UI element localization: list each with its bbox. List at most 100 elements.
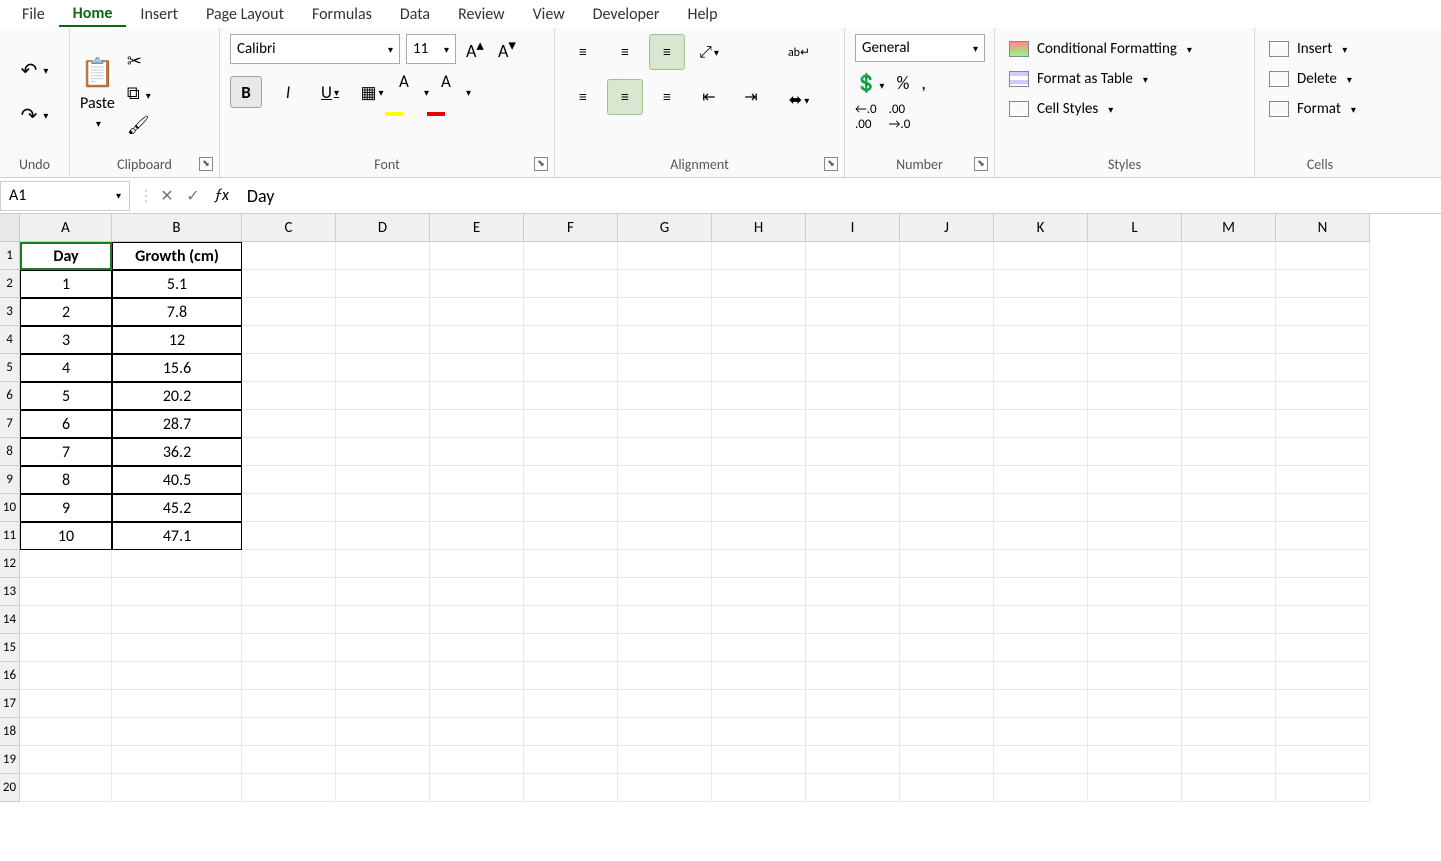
increase-decimal-button[interactable]: ←.0.00: [855, 102, 877, 132]
cell-M11[interactable]: [1182, 522, 1276, 550]
row-header-3[interactable]: 3: [0, 298, 20, 326]
cell-K13[interactable]: [994, 578, 1088, 606]
cell-N20[interactable]: [1276, 774, 1370, 802]
cell-D8[interactable]: [336, 438, 430, 466]
cell-G18[interactable]: [618, 718, 712, 746]
cell-M13[interactable]: [1182, 578, 1276, 606]
cell-K10[interactable]: [994, 494, 1088, 522]
cell-B16[interactable]: [112, 662, 242, 690]
menu-tab-review[interactable]: Review: [444, 3, 519, 26]
row-header-6[interactable]: 6: [0, 382, 20, 410]
cell-A2[interactable]: 1: [20, 270, 112, 298]
format-as-table-button[interactable]: Format as Table ▾: [1005, 64, 1244, 94]
cell-L17[interactable]: [1088, 690, 1182, 718]
cell-L8[interactable]: [1088, 438, 1182, 466]
cell-J18[interactable]: [900, 718, 994, 746]
row-header-16[interactable]: 16: [0, 662, 20, 690]
cell-H8[interactable]: [712, 438, 806, 466]
cell-B12[interactable]: [112, 550, 242, 578]
cell-M8[interactable]: [1182, 438, 1276, 466]
cell-I6[interactable]: [806, 382, 900, 410]
cell-A12[interactable]: [20, 550, 112, 578]
col-header-B[interactable]: B: [112, 214, 242, 242]
cell-F5[interactable]: [524, 354, 618, 382]
cell-B19[interactable]: [112, 746, 242, 774]
cell-L13[interactable]: [1088, 578, 1182, 606]
cell-L10[interactable]: [1088, 494, 1182, 522]
cell-F16[interactable]: [524, 662, 618, 690]
cell-G20[interactable]: [618, 774, 712, 802]
cell-J11[interactable]: [900, 522, 994, 550]
cell-D11[interactable]: [336, 522, 430, 550]
cell-F17[interactable]: [524, 690, 618, 718]
cell-K16[interactable]: [994, 662, 1088, 690]
align-middle-button[interactable]: ≡: [607, 34, 643, 70]
cell-D19[interactable]: [336, 746, 430, 774]
cut-button[interactable]: ✂: [127, 50, 151, 72]
cell-G8[interactable]: [618, 438, 712, 466]
cell-N13[interactable]: [1276, 578, 1370, 606]
cell-H1[interactable]: [712, 242, 806, 270]
fx-icon[interactable]: ƒx: [206, 186, 237, 205]
cell-A6[interactable]: 5: [20, 382, 112, 410]
cell-G5[interactable]: [618, 354, 712, 382]
col-header-A[interactable]: A: [20, 214, 112, 242]
cell-M2[interactable]: [1182, 270, 1276, 298]
cell-E1[interactable]: [430, 242, 524, 270]
cell-G1[interactable]: [618, 242, 712, 270]
menu-tab-formulas[interactable]: Formulas: [298, 3, 386, 26]
cell-I19[interactable]: [806, 746, 900, 774]
cell-J4[interactable]: [900, 326, 994, 354]
cell-H18[interactable]: [712, 718, 806, 746]
cell-F4[interactable]: [524, 326, 618, 354]
cell-M14[interactable]: [1182, 606, 1276, 634]
cell-C19[interactable]: [242, 746, 336, 774]
cell-C9[interactable]: [242, 466, 336, 494]
cell-M4[interactable]: [1182, 326, 1276, 354]
cell-F9[interactable]: [524, 466, 618, 494]
row-header-15[interactable]: 15: [0, 634, 20, 662]
cell-N18[interactable]: [1276, 718, 1370, 746]
cell-N9[interactable]: [1276, 466, 1370, 494]
name-box[interactable]: A1▾: [0, 181, 130, 211]
cell-F13[interactable]: [524, 578, 618, 606]
cell-E4[interactable]: [430, 326, 524, 354]
cell-E17[interactable]: [430, 690, 524, 718]
row-header-14[interactable]: 14: [0, 606, 20, 634]
cancel-button[interactable]: ✕: [154, 186, 180, 206]
cell-E9[interactable]: [430, 466, 524, 494]
cell-B9[interactable]: 40.5: [112, 466, 242, 494]
cell-N3[interactable]: [1276, 298, 1370, 326]
cell-A4[interactable]: 3: [20, 326, 112, 354]
cell-C7[interactable]: [242, 410, 336, 438]
percent-button[interactable]: %: [896, 72, 909, 94]
cell-C10[interactable]: [242, 494, 336, 522]
cell-I4[interactable]: [806, 326, 900, 354]
cell-E7[interactable]: [430, 410, 524, 438]
cell-J5[interactable]: [900, 354, 994, 382]
cell-K12[interactable]: [994, 550, 1088, 578]
cell-C18[interactable]: [242, 718, 336, 746]
accounting-format-button[interactable]: 💲▾: [855, 72, 884, 94]
cell-C2[interactable]: [242, 270, 336, 298]
fill-color-button[interactable]: A▾: [398, 76, 430, 108]
cell-I16[interactable]: [806, 662, 900, 690]
row-header-7[interactable]: 7: [0, 410, 20, 438]
cell-M6[interactable]: [1182, 382, 1276, 410]
cell-C11[interactable]: [242, 522, 336, 550]
cell-A18[interactable]: [20, 718, 112, 746]
cell-A16[interactable]: [20, 662, 112, 690]
cell-F8[interactable]: [524, 438, 618, 466]
cell-F1[interactable]: [524, 242, 618, 270]
alignment-dialog-launcher[interactable]: ⬊: [824, 157, 838, 171]
cell-N6[interactable]: [1276, 382, 1370, 410]
borders-button[interactable]: ▦▾: [356, 76, 388, 108]
decrease-font-button[interactable]: A▾: [494, 36, 520, 62]
cell-M10[interactable]: [1182, 494, 1276, 522]
cell-G4[interactable]: [618, 326, 712, 354]
cell-N14[interactable]: [1276, 606, 1370, 634]
cell-C14[interactable]: [242, 606, 336, 634]
row-header-8[interactable]: 8: [0, 438, 20, 466]
cell-G7[interactable]: [618, 410, 712, 438]
cell-C16[interactable]: [242, 662, 336, 690]
